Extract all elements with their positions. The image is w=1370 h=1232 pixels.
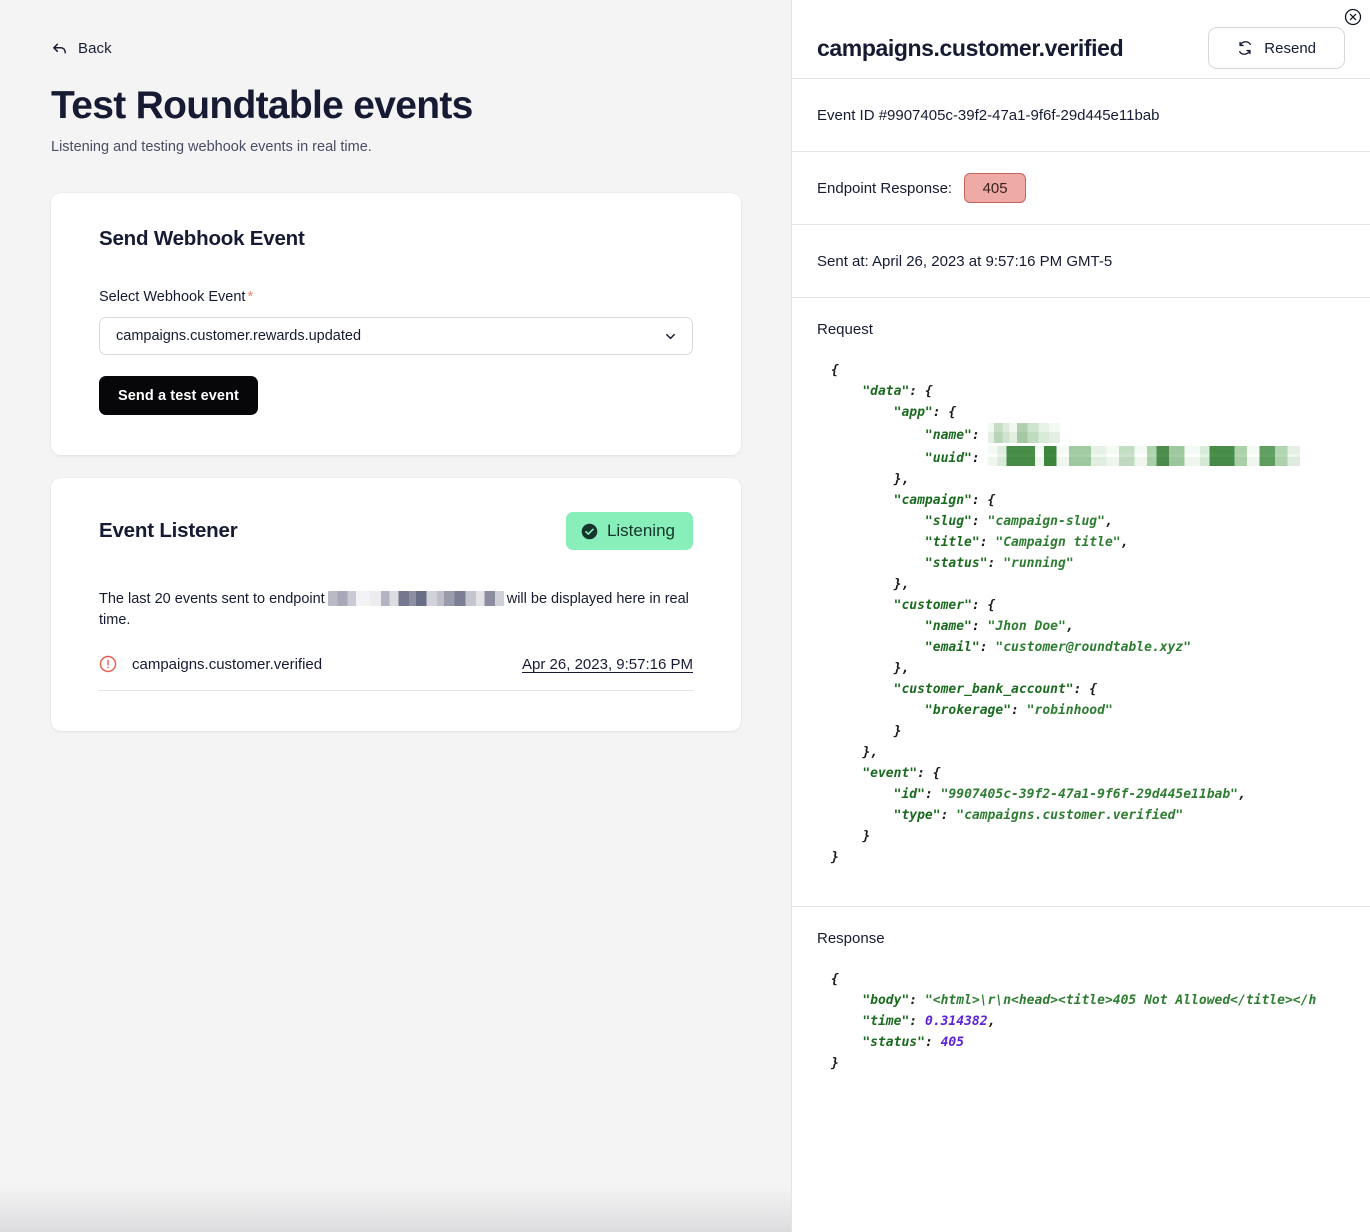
event-row-left: campaigns.customer.verified	[99, 655, 322, 673]
status-badge: 405	[964, 173, 1027, 203]
resend-label: Resend	[1264, 39, 1316, 57]
alert-circle-icon	[99, 655, 117, 673]
redacted-app-uuid	[987, 446, 1300, 466]
refresh-icon	[1237, 40, 1253, 56]
resend-button[interactable]: Resend	[1208, 27, 1345, 69]
send-webhook-card: Send Webhook Event Select Webhook Event *…	[51, 193, 741, 456]
event-name: campaigns.customer.verified	[132, 655, 323, 673]
send-test-event-button[interactable]: Send a test event	[99, 376, 258, 416]
webhook-event-selected-value: campaigns.customer.rewards.updated	[116, 328, 362, 345]
response-section: Response { "body": "<html>\r\n<head><tit…	[792, 906, 1370, 1074]
event-detail-panel: campaigns.customer.verified Resend Event…	[791, 0, 1370, 1232]
listening-status-badge: Listening	[565, 512, 693, 551]
webhook-event-select[interactable]: campaigns.customer.rewards.updated	[99, 317, 693, 356]
endpoint-response-row: Endpoint Response: 405	[792, 151, 1370, 224]
event-listener-card: Event Listener Listening The last 20 eve…	[51, 478, 741, 732]
event-id-text: Event ID #9907405c-39f2-47a1-9f6f-29d445…	[817, 106, 1160, 124]
endpoint-response-label: Endpoint Response:	[817, 179, 953, 197]
event-listener-description: The last 20 events sent to endpoint will …	[99, 589, 693, 631]
send-webhook-title: Send Webhook Event	[99, 227, 305, 251]
back-label: Back	[78, 40, 112, 57]
close-icon[interactable]	[1344, 8, 1362, 26]
back-arrow-icon	[51, 40, 68, 57]
sent-at-text: Sent at: April 26, 2023 at 9:57:16 PM GM…	[817, 252, 1113, 270]
response-json-body: { "body": "<html>\r\n<head><title>405 No…	[831, 972, 1317, 1071]
response-label: Response	[817, 930, 885, 947]
required-marker: *	[247, 289, 254, 306]
event-listener-header: Event Listener Listening	[99, 512, 693, 551]
listener-description-prefix: The last 20 events sent to endpoint	[99, 591, 325, 608]
sent-at-row: Sent at: April 26, 2023 at 9:57:16 PM GM…	[792, 224, 1370, 297]
detail-panel-header: campaigns.customer.verified Resend	[792, 0, 1370, 78]
check-circle-icon	[581, 523, 598, 540]
chevron-down-icon	[663, 329, 678, 344]
request-label: Request	[817, 321, 873, 338]
back-button[interactable]: Back	[51, 40, 141, 57]
listening-status-label: Listening	[606, 521, 675, 541]
select-webhook-label: Select Webhook Event *	[99, 289, 693, 305]
page-subtitle: Listening and testing webhook events in …	[51, 139, 372, 156]
event-listener-title: Event Listener	[99, 519, 238, 543]
event-timestamp[interactable]: Apr 26, 2023, 9:57:16 PM	[522, 656, 693, 673]
event-id-row: Event ID #9907405c-39f2-47a1-9f6f-29d445…	[792, 78, 1370, 151]
page-title: Test Roundtable events	[51, 84, 473, 127]
redacted-app-name	[987, 423, 1060, 443]
webhook-test-screen: Back Test Roundtable events Listening an…	[0, 0, 1370, 1232]
redacted-endpoint-url	[327, 591, 504, 607]
request-json-body: { "data": { "app": { "name": "uuid": }, …	[817, 360, 1345, 868]
detail-panel-title: campaigns.customer.verified	[817, 34, 1124, 61]
list-item[interactable]: campaigns.customer.verified Apr 26, 2023…	[99, 655, 693, 692]
select-webhook-label-text: Select Webhook Event	[99, 289, 246, 306]
request-section: Request { "data": { "app": { "name": "uu…	[792, 297, 1370, 868]
left-pane: Back Test Roundtable events Listening an…	[0, 0, 791, 1232]
bottom-fade-overlay	[0, 1186, 791, 1232]
